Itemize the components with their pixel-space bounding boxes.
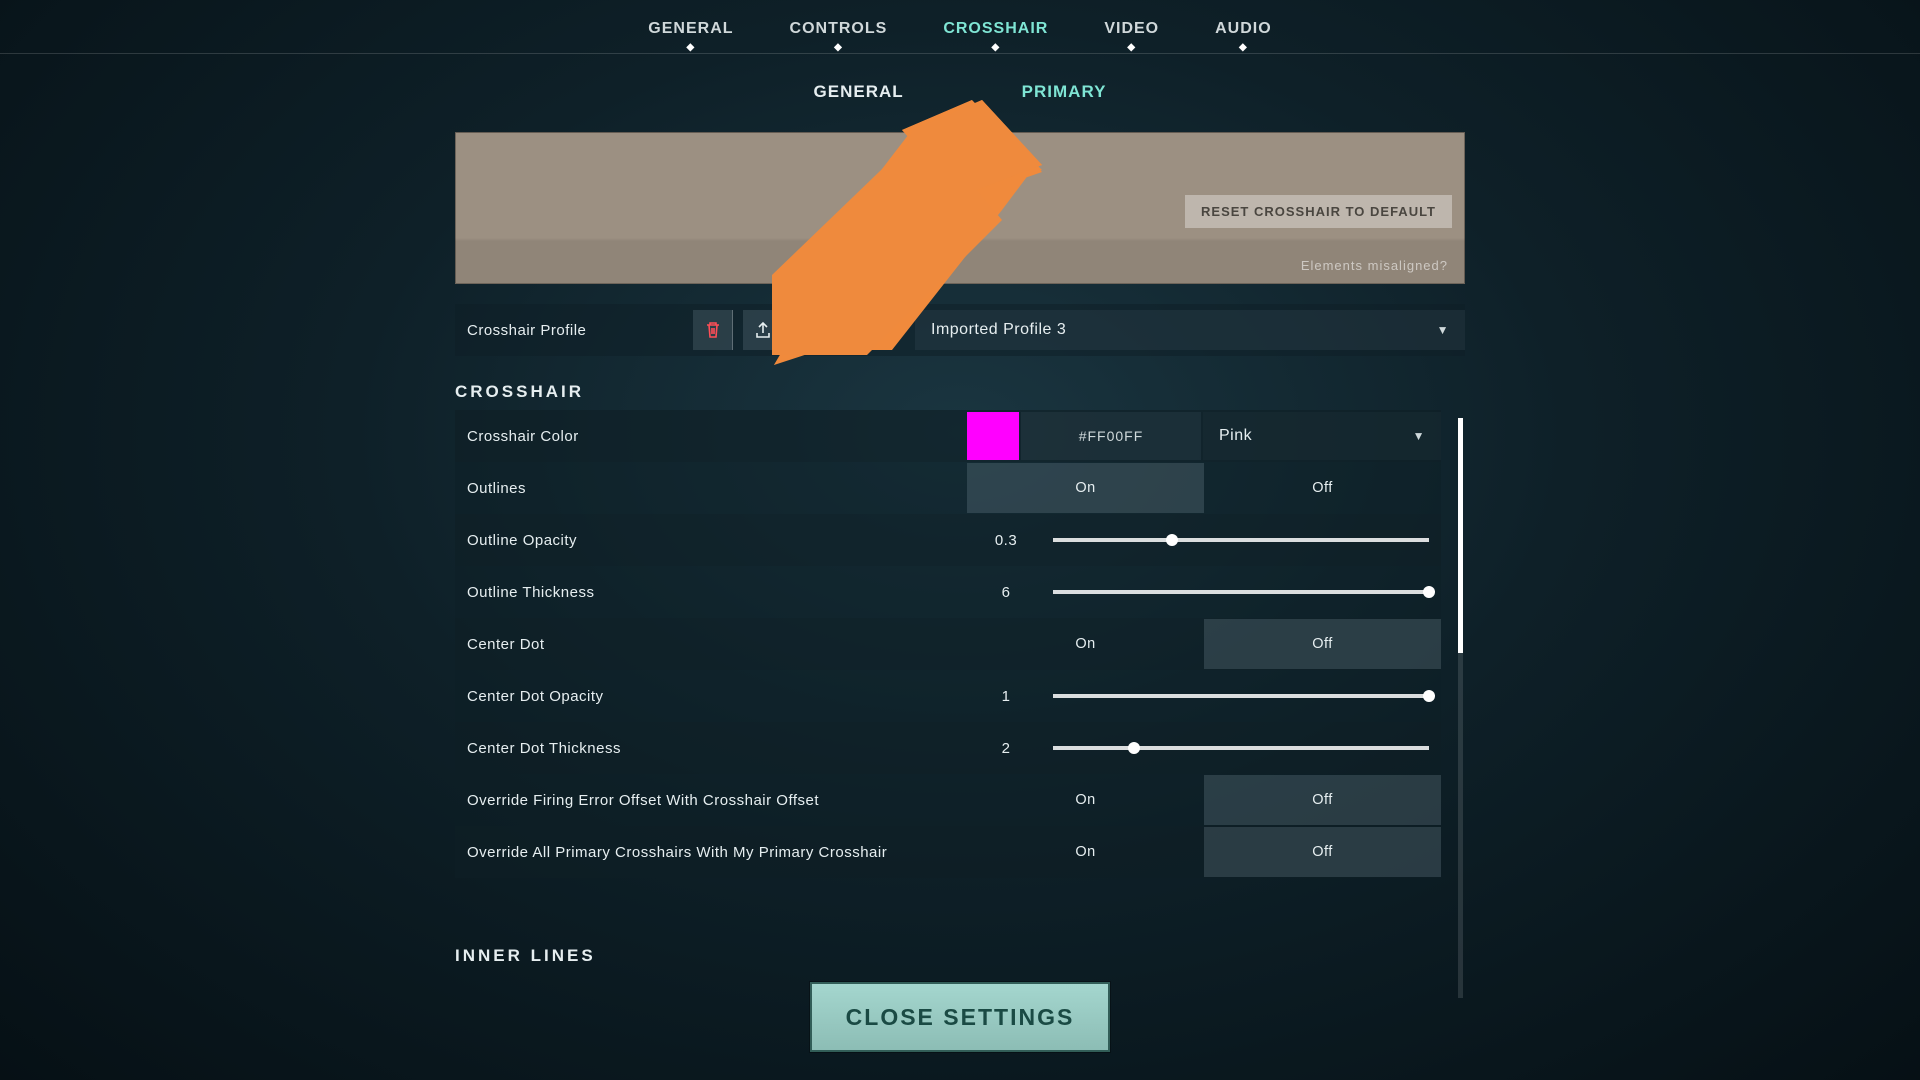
color-dropdown[interactable]: Pink ▼ [1203,412,1441,460]
value-outline-opacity: 0.3 [967,532,1045,549]
reset-crosshair-button[interactable]: RESET CROSSHAIR TO DEFAULT [1185,195,1452,228]
subtab-general[interactable]: GENERAL [814,82,904,102]
scrollbar-thumb[interactable] [1458,418,1463,653]
label-outlines: Outlines [455,480,967,497]
toggle-override-all-off[interactable]: Off [1204,827,1441,877]
value-outline-thickness: 6 [967,584,1045,601]
value-center-dot-thickness: 2 [967,740,1045,757]
label-outline-thickness: Outline Thickness [455,584,967,601]
import-code-icon [853,322,873,338]
row-outline-opacity: Outline Opacity 0.3 [455,514,1441,566]
slider-center-dot-thickness[interactable] [1053,746,1429,750]
export-profile-button[interactable] [743,310,783,350]
tab-video[interactable]: VIDEO [1104,20,1159,38]
color-hex-input[interactable]: #FF00FF [1021,412,1201,460]
toggle-override-firing-on[interactable]: On [967,775,1204,825]
settings-topnav: GENERAL CONTROLS CROSSHAIR VIDEO AUDIO [0,0,1920,54]
row-override-all: Override All Primary Crosshairs With My … [455,826,1441,878]
profile-select[interactable]: Imported Profile 3 ▼ [915,310,1465,350]
section-title-crosshair: CROSSHAIR [455,382,1465,402]
toggle-override-all: On Off [967,827,1441,877]
label-outline-opacity: Outline Opacity [455,532,967,549]
delete-icon [705,321,721,339]
export-icon [754,321,772,339]
chevron-down-icon: ▼ [1437,323,1449,337]
row-center-dot-opacity: Center Dot Opacity 1 [455,670,1441,722]
copy-profile-button[interactable] [793,310,833,350]
tab-audio[interactable]: AUDIO [1215,20,1272,38]
settings-scroll-area: Crosshair Color #FF00FF Pink ▼ Outlines … [455,410,1465,966]
toggle-outlines: On Off [967,463,1441,513]
toggle-center-dot: On Off [967,619,1441,669]
label-center-dot-thickness: Center Dot Thickness [455,740,967,757]
crosshair-preview: RESET CROSSHAIR TO DEFAULT Elements misa… [455,132,1465,284]
import-code-button[interactable] [843,310,883,350]
misaligned-link[interactable]: Elements misaligned? [1301,258,1448,273]
label-center-dot-opacity: Center Dot Opacity [455,688,967,705]
section-title-inner-lines: INNER LINES [455,946,1465,966]
row-center-dot: Center Dot On Off [455,618,1441,670]
subtab-primary[interactable]: PRIMARY [1022,82,1107,102]
toggle-override-all-on[interactable]: On [967,827,1204,877]
label-crosshair-color: Crosshair Color [455,428,967,445]
slider-center-dot-opacity[interactable] [1053,694,1429,698]
row-override-firing: Override Firing Error Offset With Crossh… [455,774,1441,826]
slider-outline-thickness[interactable] [1053,590,1429,594]
toggle-center-dot-on[interactable]: On [967,619,1204,669]
scrollbar[interactable] [1458,418,1463,998]
profile-label: Crosshair Profile [455,322,693,339]
row-outline-thickness: Outline Thickness 6 [455,566,1441,618]
color-dropdown-value: Pink [1219,427,1252,445]
close-settings-button[interactable]: CLOSE SETTINGS [810,982,1110,1052]
value-center-dot-opacity: 1 [967,688,1045,705]
settings-frame: RESET CROSSHAIR TO DEFAULT Elements misa… [455,132,1465,966]
row-outlines: Outlines On Off [455,462,1441,514]
copy-icon [804,321,822,339]
toggle-center-dot-off[interactable]: Off [1204,619,1441,669]
color-swatch[interactable] [967,412,1019,460]
toggle-override-firing: On Off [967,775,1441,825]
label-center-dot: Center Dot [455,636,967,653]
row-crosshair-color: Crosshair Color #FF00FF Pink ▼ [455,410,1441,462]
label-override-firing: Override Firing Error Offset With Crossh… [455,792,967,809]
toggle-override-firing-off[interactable]: Off [1204,775,1441,825]
row-center-dot-thickness: Center Dot Thickness 2 [455,722,1441,774]
label-override-all: Override All Primary Crosshairs With My … [455,844,967,861]
profile-bar: Crosshair Profile Imported Profile 3 ▼ [455,304,1465,356]
tab-controls[interactable]: CONTROLS [790,20,888,38]
tab-crosshair[interactable]: CROSSHAIR [943,20,1048,38]
crosshair-subnav: GENERAL PRIMARY [0,82,1920,102]
slider-outline-opacity[interactable] [1053,538,1429,542]
delete-profile-button[interactable] [693,310,733,350]
tab-general[interactable]: GENERAL [648,20,733,38]
chevron-down-icon: ▼ [1413,429,1425,443]
profile-select-value: Imported Profile 3 [931,321,1066,339]
toggle-outlines-off[interactable]: Off [1204,463,1441,513]
toggle-outlines-on[interactable]: On [967,463,1204,513]
